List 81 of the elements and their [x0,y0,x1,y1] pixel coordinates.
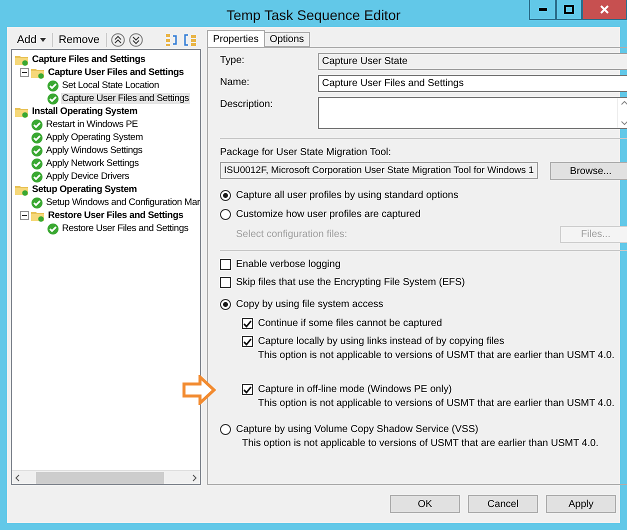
tree-item[interactable]: Apply Network Settings [45,158,140,169]
close-button[interactable] [582,0,627,20]
scroll-down-icon[interactable] [620,121,627,125]
name-field[interactable]: Capture User Files and Settings [318,75,627,92]
checkbox[interactable] [220,259,231,270]
move-up-icon[interactable] [110,32,125,46]
radio-button[interactable] [220,299,231,310]
maximize-icon[interactable] [564,5,574,14]
add-button[interactable]: Add [15,34,48,46]
description-field[interactable] [318,97,627,129]
option-label: Capture in off-line mode (Windows PE only) [258,384,452,395]
option-label: Copy by using file system access [236,299,384,310]
radio-button[interactable] [220,209,231,220]
tree-item[interactable]: Apply Operating System [45,132,144,143]
config-label: Select configuration files: [236,229,348,240]
tree-item[interactable]: Restore User Files and Settings [47,210,184,221]
tree-item[interactable]: Apply Device Drivers [45,171,130,182]
scroll-up-icon[interactable] [620,101,627,105]
check-icon [31,196,43,208]
option-label: Continue if some files cannot be captured [258,318,442,329]
note-text: This option is not applicable to versions of USMT that are earlier than USMT 4.0. [241,438,600,449]
option-label: Skip files that use the Encrypting File System (EFS) [236,277,465,288]
minimize-icon[interactable] [538,8,546,11]
package-field: ISU0012F, Microsoft Corporation User State Migration Tool for Windows 1 [220,162,538,179]
tree-item[interactable]: Restore User Files and Settings [61,223,190,234]
checkbox[interactable] [220,277,231,288]
package-label: Package for User State Migration Tool: [220,147,392,158]
check-icon [47,222,59,234]
radio-button[interactable] [220,424,231,435]
tree-item[interactable]: Capture Files and Settings [31,54,146,65]
tree-item[interactable]: Install Operating System [31,106,138,117]
check-icon [31,158,43,170]
radio-button[interactable] [220,190,231,201]
browse-button[interactable]: Browse... [550,162,627,180]
check-icon [47,80,59,92]
folder-icon [15,106,29,118]
note-text: This option is not applicable to versions of USMT that are earlier than USMT 4.0. [257,398,616,409]
option-label: Customize how user profiles are captured [236,209,421,220]
folder-icon [31,66,45,78]
check-icon [31,144,43,156]
folder-icon [15,184,29,196]
check-icon [31,132,43,144]
caret-icon [40,38,46,42]
window-title: Temp Task Sequence Editor [226,6,401,22]
check-icon [47,92,59,104]
horizontal-scrollbar[interactable] [12,470,200,484]
option-label: Capture all user profiles by using standard options [236,190,458,201]
close-icon[interactable] [600,5,609,14]
tree-item[interactable]: Setup Windows and Configuration Mar [45,197,200,208]
check-icon [31,118,43,130]
group-icon[interactable] [183,32,197,46]
tab[interactable]: Options [264,32,310,47]
option-label: Capture locally by using links instead of by copying files [258,336,504,347]
option-label: Enable verbose logging [236,259,341,270]
collapse-icon[interactable] [20,211,29,220]
tree-item[interactable]: Capture User Files and Settings [47,67,185,78]
move-down-icon[interactable] [128,32,143,46]
collapse-icon[interactable] [20,68,29,77]
tab[interactable]: Properties [207,30,265,47]
note-text: This option is not applicable to versions of USMT that are earlier than USMT 4.0. [257,350,616,361]
tree-item[interactable]: Restart in Windows PE [45,119,139,130]
folder-icon [31,210,45,222]
reorder-icon[interactable] [165,32,179,46]
option-label: Capture by using Volume Copy Shadow Service (VSS) [236,424,478,435]
checkbox[interactable] [242,384,253,395]
dialog-button[interactable]: Apply [546,495,616,513]
tree-item[interactable]: Set Local State Location [61,80,160,91]
type-field: Capture User State [318,53,627,70]
tree-item[interactable]: Setup Operating System [31,184,138,195]
field-label: Type: [220,54,246,68]
remove-button[interactable]: Remove [56,34,102,46]
checkbox[interactable] [242,318,253,329]
field-label: Name: [220,76,250,90]
dialog-button[interactable]: OK [390,495,460,513]
dialog-button[interactable]: Cancel [468,495,538,513]
folder-icon [15,54,29,66]
tree-item[interactable]: Apply Windows Settings [45,145,144,156]
tree-item[interactable]: Capture User Files and Settings [61,93,190,104]
checkbox[interactable] [242,336,253,347]
field-label: Description: [220,98,274,112]
check-icon [31,170,43,182]
